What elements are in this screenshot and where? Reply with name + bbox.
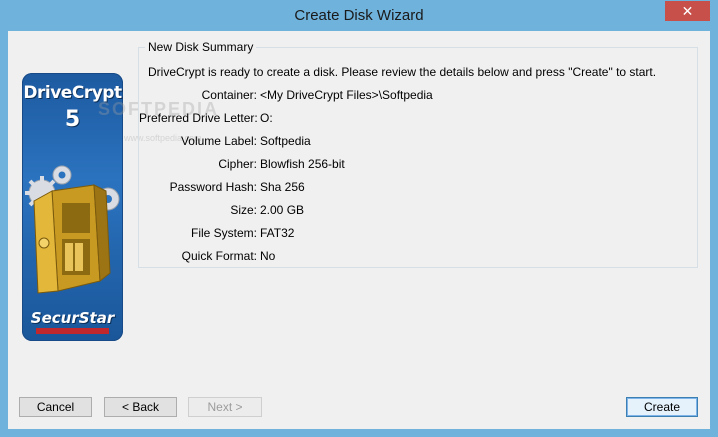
create-button[interactable]: Create: [626, 397, 698, 417]
field-label: Cipher:: [218, 157, 257, 171]
field-value: Blowfish 256-bit: [260, 157, 345, 171]
field-label: Container:: [201, 88, 257, 102]
field-value: O:: [260, 111, 273, 125]
field-value: Sha 256: [260, 180, 305, 194]
summary-intro-text: DriveCrypt is ready to create a disk. Pl…: [148, 65, 657, 79]
field-label: Volume Label:: [180, 134, 257, 148]
vendor-logo-stripe: [36, 328, 109, 334]
field-label: File System:: [190, 226, 257, 240]
new-disk-summary-group: New Disk Summary DriveCrypt is ready to …: [138, 40, 698, 268]
field-label: Size:: [230, 203, 257, 217]
vendor-logo: SecurStar: [30, 309, 115, 327]
group-title: New Disk Summary: [145, 40, 257, 54]
close-button[interactable]: ✕: [665, 1, 710, 21]
field-value: No: [260, 249, 276, 263]
wizard-client-area: DriveCrypt 5 SecurStar SOFTPEDIA www.sof…: [8, 31, 710, 429]
field-value: Softpedia: [260, 134, 311, 148]
field-label: Preferred Drive Letter:: [139, 111, 258, 125]
field-label: Quick Format:: [181, 249, 257, 263]
title-bar[interactable]: Create Disk Wizard ✕: [0, 0, 718, 31]
next-button[interactable]: Next >: [188, 397, 262, 417]
cancel-button[interactable]: Cancel: [19, 397, 92, 417]
field-label: Password Hash:: [169, 180, 257, 194]
field-value: FAT32: [260, 226, 295, 240]
field-value: 2.00 GB: [260, 203, 305, 217]
close-icon: ✕: [681, 3, 694, 19]
safe-and-gears-icon: [25, 165, 120, 294]
create-disk-wizard-window: Create Disk Wizard ✕ DriveCrypt 5 SecurS…: [0, 0, 718, 437]
field-value: <My DriveCrypt Files>\Softpedia: [260, 88, 433, 102]
window-title: Create Disk Wizard: [294, 7, 424, 24]
back-button[interactable]: < Back: [104, 397, 177, 417]
